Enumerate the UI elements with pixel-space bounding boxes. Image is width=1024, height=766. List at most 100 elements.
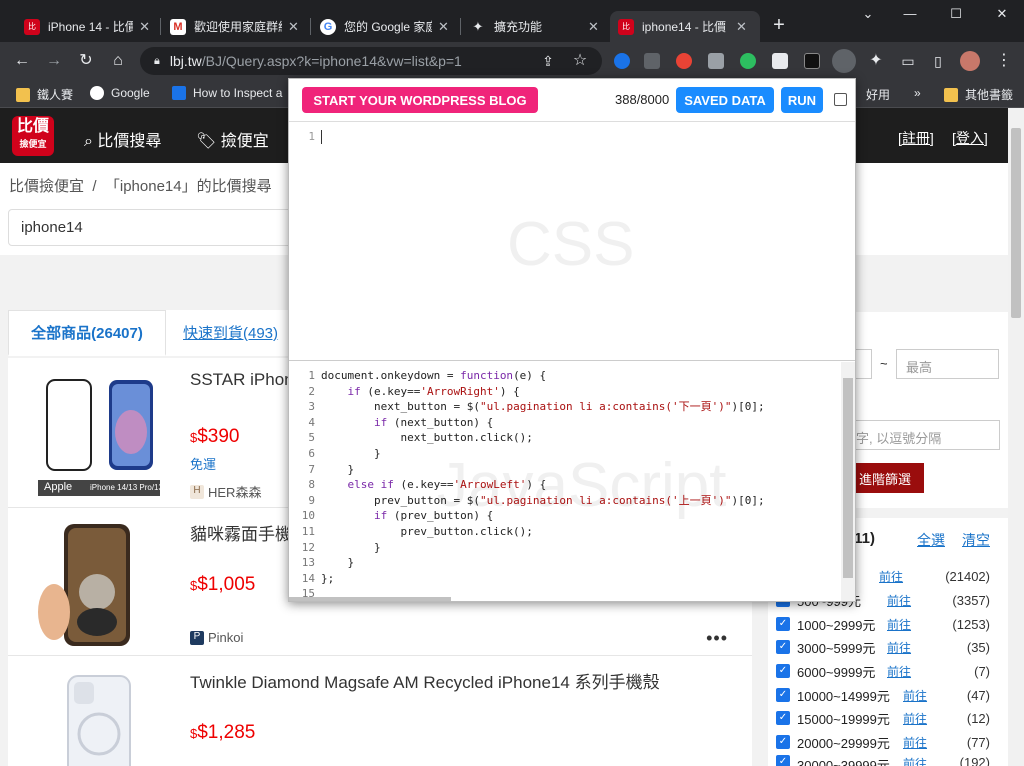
select-all-link[interactable]: 全選 [917,530,945,550]
js-editor-scrollbar[interactable] [841,362,855,601]
clear-link[interactable]: 清空 [962,530,990,550]
forward-icon[interactable]: → [44,52,64,70]
close-icon[interactable]: ✕ [438,19,449,35]
more-options-icon[interactable]: ••• [706,628,728,649]
price-range-row[interactable]: ✓ 6000~9999元 前往 (7) [776,660,992,682]
terminal-icon[interactable] [804,53,820,69]
home-icon[interactable]: ⌂ [108,52,128,70]
price-range-row[interactable]: ✓ 3000~5999元 前往 (35) [776,636,992,658]
seller[interactable]: P Pinkoi [190,630,243,645]
saved-data-button[interactable]: SAVED DATA [676,87,774,113]
price-max-input[interactable]: 最高 [896,349,999,379]
bookmark-folder[interactable]: 鐵人賽 [16,86,73,103]
browser-tab-2[interactable]: M 歡迎使用家庭群組 ✕ [162,11,308,42]
browser-tab-3[interactable]: G 您的 Google 家庭 ✕ [312,11,458,42]
extension-diamond-icon[interactable] [614,53,630,69]
share-icon[interactable]: ⇪ [538,52,558,70]
minimize-icon[interactable]: — [900,6,920,21]
tab-search-icon[interactable]: ⌄ [858,6,878,22]
close-icon[interactable]: ✕ [736,19,747,35]
checkbox-checked-icon[interactable]: ✓ [776,711,790,725]
register-link[interactable]: [註冊] [898,128,934,148]
breadcrumb-home[interactable]: 比價撿便宜 [9,178,84,195]
checkbox-checked-icon[interactable]: ✓ [776,755,790,766]
extension-color-icon[interactable] [676,53,692,69]
address-bar[interactable]: 🔒︎ lbj.tw/BJ/Query.aspx?k=iphone14&vw=li… [140,47,602,75]
product-name[interactable]: Twinkle Diamond Magsafe AM Recycled iPho… [190,668,660,693]
sidepanel-icon[interactable]: ▯ [928,52,948,70]
window-close-icon[interactable]: ✕ [992,6,1012,22]
evernote-icon[interactable] [740,53,756,69]
scrollbar-thumb[interactable] [1011,128,1021,318]
menu-kebab-icon[interactable]: ⋮ [994,52,1014,70]
back-icon[interactable]: ← [12,52,32,70]
scrollbar-thumb[interactable] [843,378,853,578]
go-link[interactable]: 前往 [887,616,911,633]
search-input[interactable]: iphone14 [8,209,298,246]
checkbox-checked-icon[interactable]: ✓ [776,664,790,678]
extension-s-icon[interactable] [832,49,856,73]
product-image[interactable] [34,522,164,648]
browser-tab-1[interactable]: 比 iPhone 14 - 比價 ✕ [16,11,158,42]
extensions-puzzle-icon[interactable]: ✦ [866,52,886,70]
checkbox-checked-icon[interactable]: ✓ [776,735,790,749]
nav-search[interactable]: ⌕ 比價搜尋 [84,127,161,151]
bookmark-inspect[interactable]: How to Inspect a [172,86,282,100]
new-tab-icon[interactable]: + [770,14,788,37]
maximize-icon[interactable]: ☐ [946,6,966,22]
checkbox-checked-icon[interactable]: ✓ [776,640,790,654]
tab-fast-delivery[interactable]: 快速到貨(493) [183,322,278,343]
go-link[interactable]: 前往 [903,734,927,751]
browser-tab-4[interactable]: ✦ 擴充功能 ✕ [462,11,608,42]
go-link[interactable]: 前往 [887,639,911,656]
cast-icon[interactable]: ▭ [898,52,918,70]
browser-tab-5-active[interactable]: 比 iphone14 - 比價 ✕ [610,11,760,42]
site-logo[interactable]: 比價 撿便宜 [12,116,54,156]
js-code[interactable]: document.onkeydown = function(e) { if (e… [321,368,765,586]
notion-icon[interactable] [772,53,788,69]
product-image[interactable] [34,670,164,766]
seller[interactable]: H HER森森 [190,482,261,501]
login-link[interactable]: [登入] [952,128,988,148]
go-link[interactable]: 前往 [903,687,927,704]
wordpress-blog-button[interactable]: START YOUR WORDPRESS BLOG [302,87,538,113]
go-link[interactable]: 前往 [903,710,927,727]
nav-deals[interactable]: 🏷︎ 撿便宜 [196,127,269,151]
js-editor-hscrollbar[interactable] [289,597,451,601]
run-button[interactable]: RUN [781,87,823,113]
extension-clipboard-icon[interactable] [708,53,724,69]
go-link[interactable]: 前往 [903,755,927,766]
css-editor[interactable]: CSS 1 [289,123,855,361]
advanced-filter-button[interactable]: 進階篩選 [846,463,924,493]
price-range-row[interactable]: ✓ 1000~2999元 前往 (1253) [776,613,992,635]
keyword-exclude-input[interactable]: 字, 以逗號分隔 [846,420,1000,450]
profile-avatar[interactable] [960,51,980,71]
price-range-row[interactable]: ✓ 15000~19999元 前往 (12) [776,707,992,729]
go-link[interactable]: 前往 [879,568,903,585]
js-editor[interactable]: JavaScript 1 2 3 4 5 6 7 8 9 10 11 12 13… [289,362,855,601]
product-image[interactable]: Apple iPhone 14/13 Pro/13 [34,372,164,498]
close-icon[interactable]: ✕ [288,19,299,35]
go-link[interactable]: 前往 [887,592,911,609]
go-link[interactable]: 前往 [887,663,911,680]
tab-all-products[interactable]: 全部商品(26407) [8,310,166,356]
close-icon[interactable]: ✕ [588,19,599,35]
extension-grid-icon[interactable] [644,53,660,69]
checkbox-checked-icon[interactable]: ✓ [776,688,790,702]
reload-icon[interactable]: ↻ [76,52,96,70]
product-name[interactable]: SSTAR iPhone [190,370,303,390]
bookmark-overflow-icon[interactable]: » [914,86,921,100]
price-range-row[interactable]: ✓ 10000~14999元 前往 (47) [776,684,992,706]
product-name[interactable]: 貓咪霧面手機 [190,520,292,545]
price-range-row[interactable]: ✓ 20000~29999元 前往 (77) [776,731,992,753]
close-icon[interactable]: ✕ [139,19,150,35]
bookmark-google[interactable]: Google [90,86,150,100]
auto-run-checkbox[interactable] [834,93,847,106]
checkbox-checked-icon[interactable]: ✓ [776,617,790,631]
product-row[interactable]: Twinkle Diamond Magsafe AM Recycled iPho… [8,656,752,766]
price-range-row[interactable]: ✓ 30000~39999元 前往 (192) [776,755,992,766]
page-scrollbar[interactable] [1008,108,1024,766]
bookmark-other[interactable]: 其他書籤 [944,86,1013,103]
bookmark-star-icon[interactable]: ☆ [570,52,590,70]
bookmark-useful[interactable]: 好用 [866,86,890,103]
